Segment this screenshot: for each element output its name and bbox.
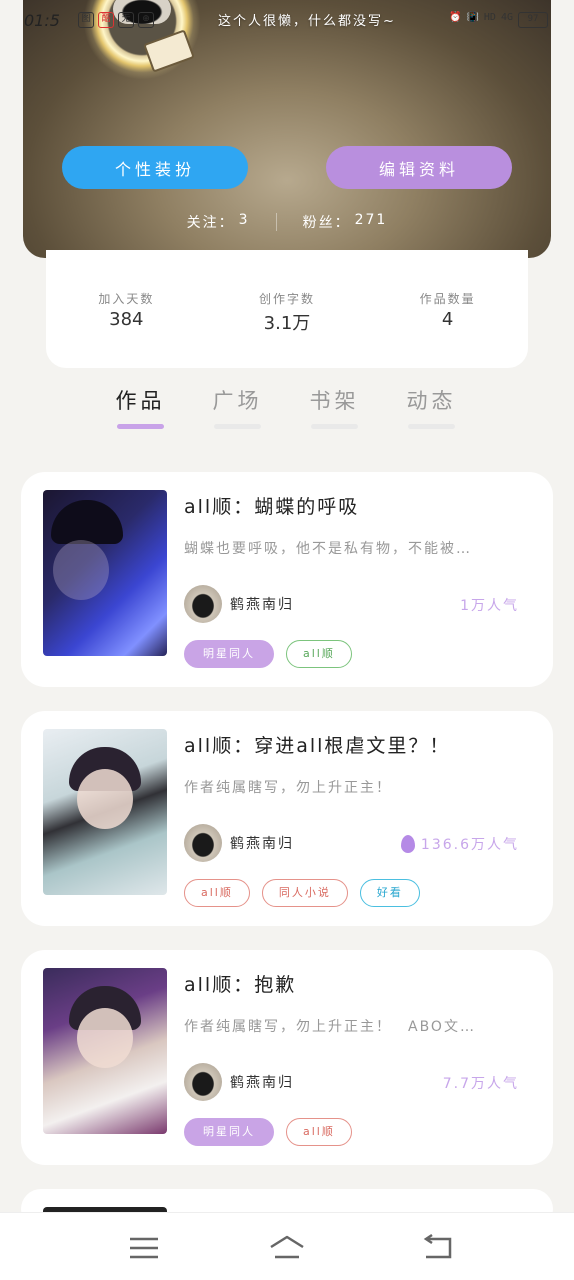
tag[interactable]: all顺	[286, 1118, 352, 1146]
tab-indicator	[214, 424, 261, 429]
author-avatar	[184, 824, 222, 862]
user-bio: 这个人很懒，什么都没写~	[218, 14, 396, 29]
stat-label: 作品数量	[419, 292, 476, 306]
work-tags: 明星同人 all顺	[184, 1118, 352, 1146]
work-description: 作者纯属瞎写，勿上升正主！	[184, 780, 392, 796]
stat-label: 加入天数	[98, 292, 155, 306]
tab-label: 动态	[406, 389, 457, 413]
stat-value: 3.1万	[263, 313, 311, 334]
stat-value: 384	[109, 309, 144, 330]
tab-bookshelf[interactable]: 书架	[286, 385, 383, 435]
author-avatar	[184, 1063, 222, 1101]
system-navigation-bar	[0, 1212, 574, 1280]
work-author[interactable]: 鹤燕南归	[184, 824, 294, 862]
notification-icon: 酷	[98, 12, 114, 28]
tab-indicator	[311, 424, 358, 429]
work-title[interactable]: all顺：蝴蝶的呼吸	[184, 492, 359, 519]
followers-label: 粉丝：	[302, 215, 351, 231]
work-popularity: 1万人气	[460, 595, 519, 615]
flame-icon	[400, 835, 415, 853]
tab-square[interactable]: 广场	[189, 385, 286, 435]
author-name: 鹤燕南归	[230, 836, 294, 852]
cover-art	[77, 1008, 133, 1068]
cover-art	[51, 500, 123, 544]
vibrate-icon: 📳	[466, 12, 479, 23]
popularity-value: 7.7万人气	[442, 1076, 519, 1092]
notification-icon: 无	[118, 12, 134, 28]
work-card[interactable]: all顺：穿进all根虐文里？！ 作者纯属瞎写，勿上升正主！ 鹤燕南归 136.…	[21, 711, 553, 926]
stats-card: 加入天数 384 创作字数 3.1万 作品数量 4	[46, 250, 528, 368]
work-card[interactable]: all顺：抱歉 作者纯属瞎写，勿上升正主！ ABO文… 鹤燕南归 7.7万人气 …	[21, 950, 553, 1165]
work-title[interactable]: all顺：抱歉	[184, 970, 296, 997]
work-card[interactable]: all顺：蝴蝶的呼吸 蝴蝶也要呼吸，他不是私有物，不能被… 鹤燕南归 1万人气 …	[21, 472, 553, 687]
notification-icons: 图 酷 无 ⊕	[78, 12, 154, 28]
author-avatar	[184, 585, 222, 623]
notification-icon: 图	[78, 12, 94, 28]
status-time: 01:5	[24, 11, 60, 30]
tab-works[interactable]: 作品	[92, 385, 189, 435]
tab-indicator	[117, 424, 164, 429]
popularity-value: 1万人气	[460, 598, 519, 614]
tab-indicator	[408, 424, 455, 429]
signal-icon: 4G	[500, 12, 513, 23]
following-label: 关注：	[186, 215, 235, 231]
tag[interactable]: 好看	[359, 879, 420, 907]
work-cover-image[interactable]	[43, 968, 167, 1134]
tag[interactable]: 同人小说	[261, 879, 348, 907]
followers-value: 271	[354, 212, 388, 228]
following-value: 3	[238, 212, 250, 228]
alarm-icon: ⏰	[449, 12, 462, 23]
followers-count[interactable]: 粉丝： 271	[303, 212, 388, 232]
stat-works-count: 作品数量 4	[388, 290, 508, 368]
tab-label: 书架	[309, 389, 360, 413]
system-icons: ⏰ 📳 HD 4G 97	[449, 12, 548, 28]
stat-word-count: 创作字数 3.1万	[227, 290, 347, 368]
tab-activity[interactable]: 动态	[383, 385, 480, 435]
author-name: 鹤燕南归	[230, 1075, 294, 1091]
work-popularity: 136.6万人气	[400, 834, 519, 854]
work-cover-image[interactable]	[43, 490, 167, 656]
work-author[interactable]: 鹤燕南归	[184, 585, 294, 623]
profile-tabs: 作品 广场 书架 动态	[92, 385, 482, 435]
work-author[interactable]: 鹤燕南归	[184, 1063, 294, 1101]
work-tags: all顺 同人小说 好看	[184, 879, 420, 907]
work-popularity: 7.7万人气	[443, 1073, 519, 1093]
work-description: 蝴蝶也要呼吸，他不是私有物，不能被…	[184, 541, 472, 557]
tag[interactable]: 明星同人	[184, 1118, 274, 1146]
work-title[interactable]: all顺：穿进all根虐文里？！	[184, 731, 450, 758]
menu-icon[interactable]	[124, 1233, 164, 1263]
back-icon[interactable]	[418, 1233, 458, 1263]
stat-join-days: 加入天数 384	[66, 290, 186, 368]
divider	[275, 213, 277, 231]
tag[interactable]: all顺	[184, 879, 250, 907]
dress-up-button[interactable]: 个性装扮	[62, 146, 248, 189]
cover-art	[53, 540, 109, 600]
work-description: 作者纯属瞎写，勿上升正主！ ABO文…	[184, 1019, 476, 1035]
stat-value: 4	[441, 309, 454, 330]
tag[interactable]: all顺	[286, 640, 352, 668]
author-name: 鹤燕南归	[230, 597, 294, 613]
tab-label: 作品	[115, 389, 166, 413]
home-icon[interactable]	[267, 1233, 307, 1263]
work-tags: 明星同人 all顺	[184, 640, 352, 668]
cover-art	[77, 769, 133, 829]
follow-stats: 关注： 3 粉丝： 271	[23, 212, 551, 232]
work-cover-image[interactable]	[43, 729, 167, 895]
hd-icon: HD	[483, 12, 496, 23]
notification-icon: ⊕	[138, 12, 154, 28]
tab-label: 广场	[212, 389, 263, 413]
battery-icon: 97	[518, 12, 548, 28]
stat-label: 创作字数	[258, 292, 315, 306]
tag[interactable]: 明星同人	[184, 640, 274, 668]
status-bar: 01:5 图 酷 无 ⊕ 这个人很懒，什么都没写~ ⏰ 📳 HD 4G 97	[0, 0, 574, 42]
popularity-value: 136.6万人气	[420, 837, 519, 853]
following-count[interactable]: 关注： 3	[187, 212, 250, 232]
edit-profile-button[interactable]: 编辑资料	[326, 146, 512, 189]
